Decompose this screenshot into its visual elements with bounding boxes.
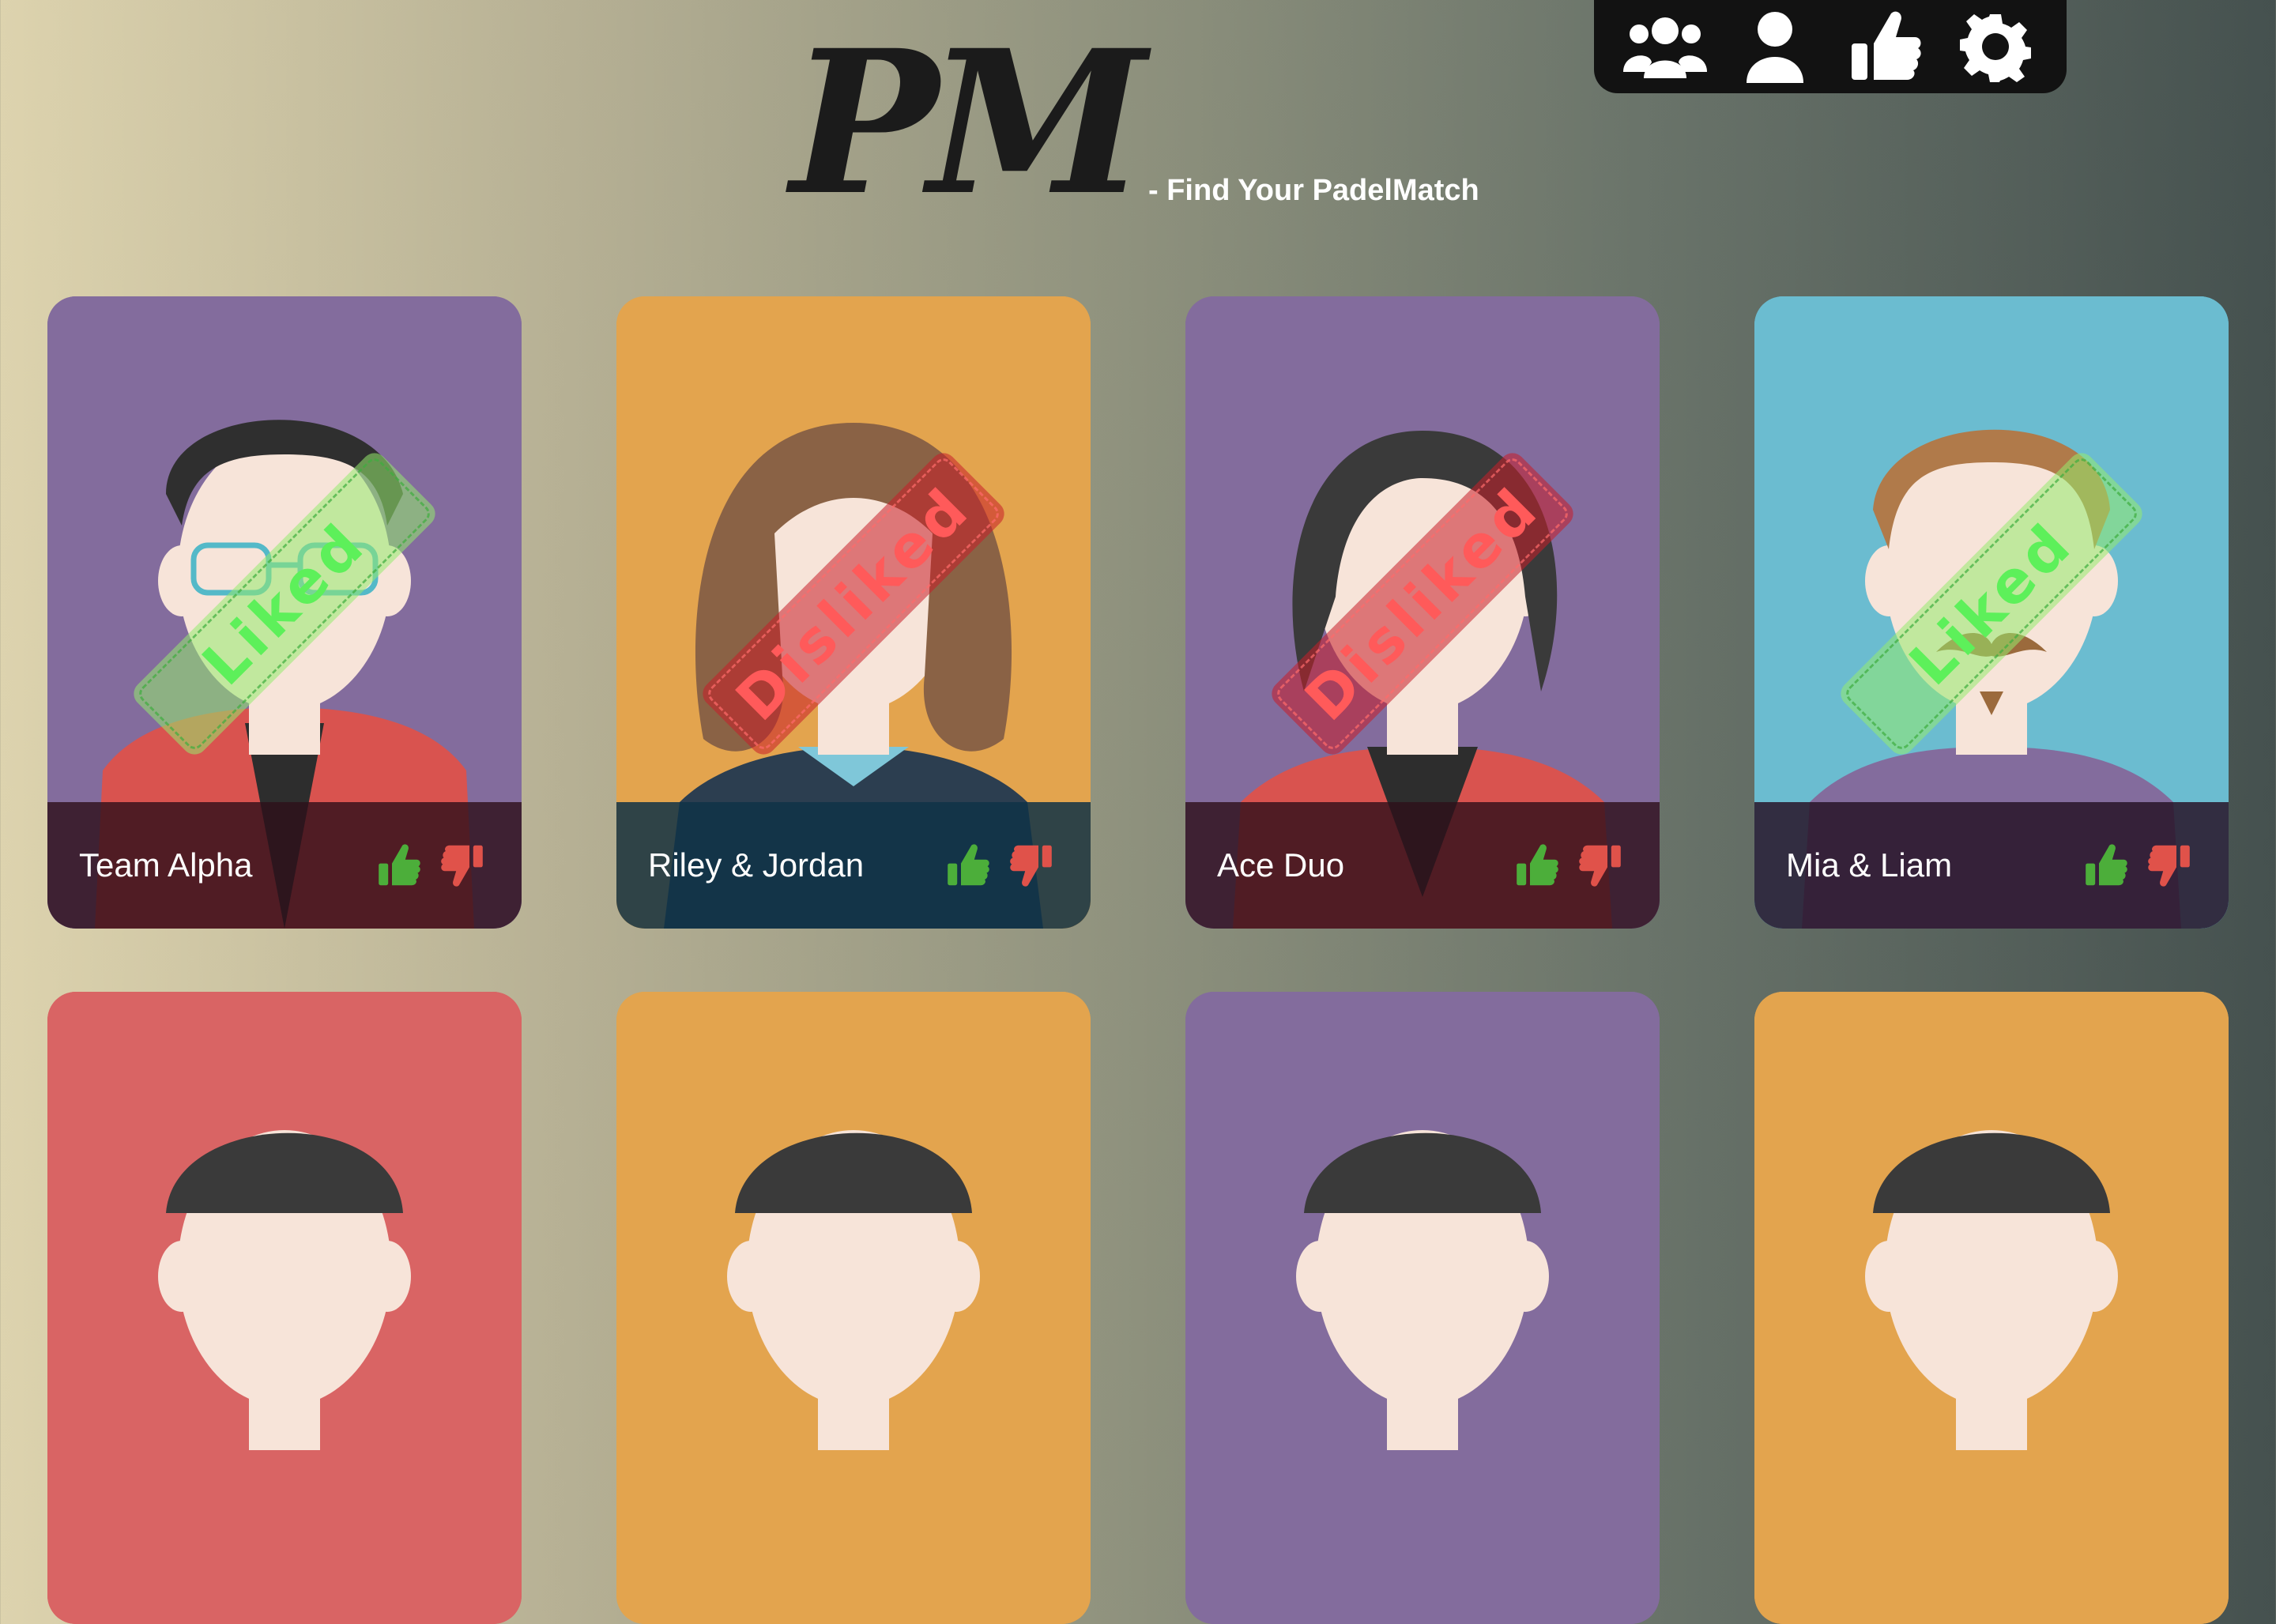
thumbs-down-icon bbox=[2148, 845, 2190, 887]
thumbs-up-icon bbox=[1517, 844, 1558, 886]
dislike-button[interactable] bbox=[435, 838, 490, 893]
avatar bbox=[1185, 992, 1660, 1624]
thumbs-down-icon bbox=[1579, 845, 1621, 887]
like-button[interactable] bbox=[2078, 838, 2134, 893]
team-card[interactable]: Disliked Riley & Jordan bbox=[616, 296, 1091, 929]
card-footer: Ace Duo bbox=[1185, 802, 1660, 929]
team-card[interactable]: Liked Mia & Liam bbox=[1754, 296, 2229, 929]
thumbs-down-icon bbox=[441, 845, 483, 887]
card-team-name: Mia & Liam bbox=[1786, 846, 1953, 884]
card-footer: Mia & Liam bbox=[1754, 802, 2229, 929]
nav-likes-button[interactable] bbox=[1842, 3, 1929, 90]
user-icon bbox=[1747, 12, 1804, 83]
avatar bbox=[616, 992, 1091, 1624]
app-tagline: - Find Your PadelMatch bbox=[1148, 174, 1479, 207]
thumbs-down-icon bbox=[1010, 845, 1052, 887]
nav-settings-button[interactable] bbox=[1952, 3, 2039, 90]
team-card[interactable] bbox=[616, 992, 1091, 1624]
nav-profile-button[interactable] bbox=[1731, 3, 1818, 90]
team-card[interactable]: Liked Team Alpha bbox=[47, 296, 522, 929]
avatar bbox=[1754, 992, 2229, 1624]
team-card[interactable] bbox=[1754, 992, 2229, 1624]
like-button[interactable] bbox=[940, 838, 996, 893]
dislike-button[interactable] bbox=[2142, 838, 2197, 893]
thumbs-up-icon bbox=[2086, 844, 2127, 886]
card-team-name: Team Alpha bbox=[79, 846, 253, 884]
dislike-button[interactable] bbox=[1004, 838, 1059, 893]
nav-teams-button[interactable] bbox=[1622, 3, 1709, 90]
team-card[interactable]: Disliked Ace Duo bbox=[1185, 296, 1660, 929]
app-logo: PM bbox=[790, 6, 1147, 239]
like-button[interactable] bbox=[1509, 838, 1565, 893]
card-footer: Team Alpha bbox=[47, 802, 522, 929]
team-card[interactable] bbox=[47, 992, 522, 1624]
like-button[interactable] bbox=[371, 838, 427, 893]
card-team-name: Ace Duo bbox=[1217, 846, 1345, 884]
gear-icon bbox=[1960, 14, 2032, 82]
avatar bbox=[47, 992, 522, 1624]
group-icon bbox=[1622, 17, 1707, 78]
thumbs-up-icon bbox=[948, 844, 989, 886]
top-nav bbox=[1594, 0, 2067, 93]
card-team-name: Riley & Jordan bbox=[648, 846, 865, 884]
team-card[interactable] bbox=[1185, 992, 1660, 1624]
dislike-button[interactable] bbox=[1573, 838, 1628, 893]
thumbs-up-icon bbox=[379, 844, 420, 886]
thumbs-up-icon bbox=[1851, 11, 1921, 80]
card-footer: Riley & Jordan bbox=[616, 802, 1091, 929]
